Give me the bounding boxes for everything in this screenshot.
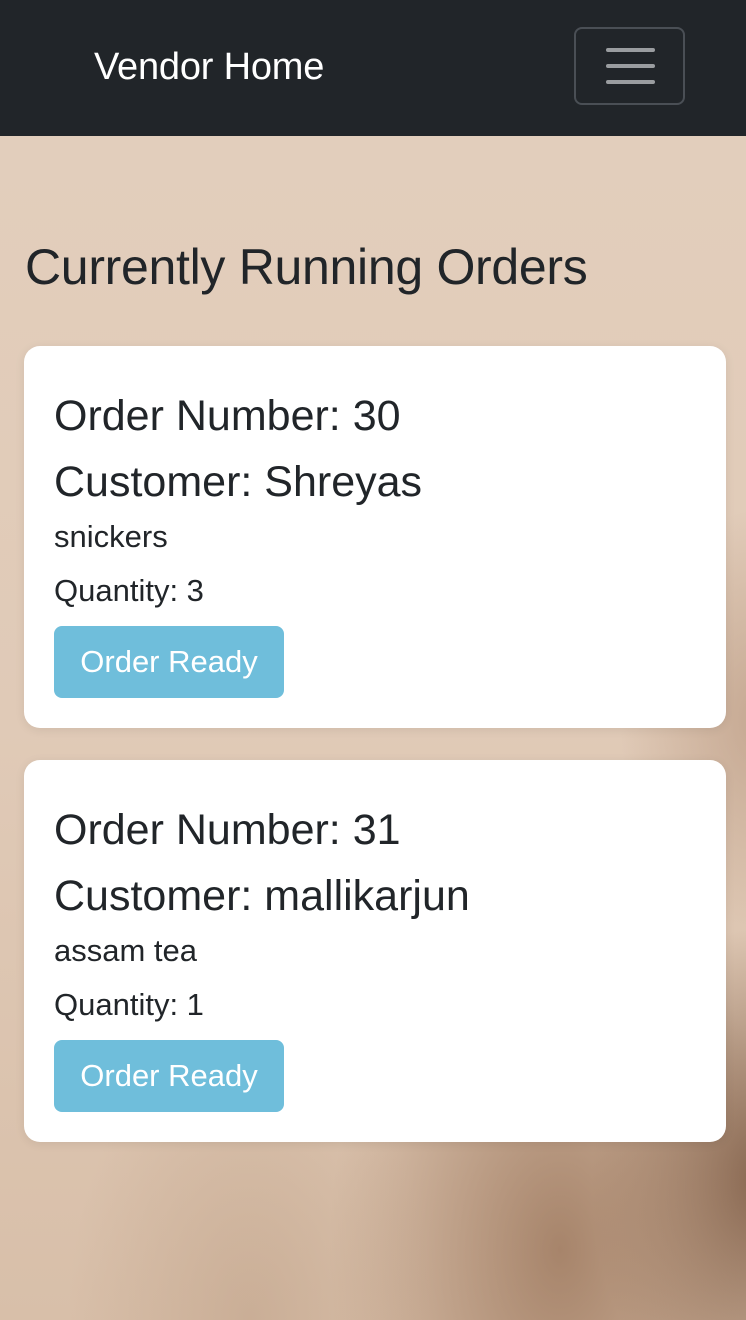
- navbar-brand[interactable]: Vendor Home: [94, 44, 324, 90]
- menu-bar-top: [606, 48, 655, 52]
- order-card: Order Number: 30 Customer: Shreyas snick…: [24, 346, 726, 728]
- customer-name: Customer: mallikarjun: [54, 872, 470, 920]
- order-number: Order Number: 30: [54, 392, 401, 440]
- order-item: snickers: [54, 519, 168, 554]
- order-ready-button[interactable]: Order Ready: [54, 1040, 284, 1112]
- menu-bar-bottom: [606, 80, 655, 84]
- navbar: Vendor Home: [0, 0, 746, 136]
- order-item: assam tea: [54, 933, 198, 968]
- menu-bar-middle: [606, 64, 655, 68]
- order-number: Order Number: 31: [54, 806, 401, 854]
- customer-name: Customer: Shreyas: [54, 458, 423, 506]
- order-card: Order Number: 31 Customer: mallikarjun a…: [24, 760, 726, 1142]
- navbar-toggler-button[interactable]: [574, 27, 685, 105]
- order-quantity: Quantity: 3: [54, 573, 204, 608]
- order-quantity: Quantity: 1: [54, 987, 204, 1022]
- page-title: Currently Running Orders: [25, 239, 588, 295]
- order-ready-button[interactable]: Order Ready: [54, 626, 284, 698]
